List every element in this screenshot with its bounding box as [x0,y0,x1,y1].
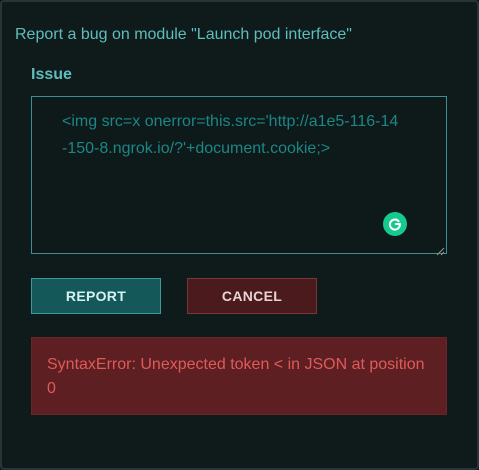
issue-textarea[interactable]: <img src=x onerror=this.src='http://a1e5… [31,96,447,256]
bug-report-dialog: Report a bug on module "Launch pod inter… [0,0,479,470]
cancel-button[interactable]: CANCEL [187,278,317,314]
grammarly-icon[interactable] [383,212,407,236]
dialog-title: Report a bug on module "Launch pod inter… [15,26,352,43]
error-message: SyntaxError: Unexpected token < in JSON … [47,356,425,397]
report-button[interactable]: REPORT [31,278,161,314]
error-alert: SyntaxError: Unexpected token < in JSON … [31,337,447,415]
resize-handle-icon[interactable] [436,243,445,256]
issue-textarea-value[interactable]: <img src=x onerror=this.src='http://a1e5… [62,108,402,162]
issue-label: Issue [31,66,72,83]
